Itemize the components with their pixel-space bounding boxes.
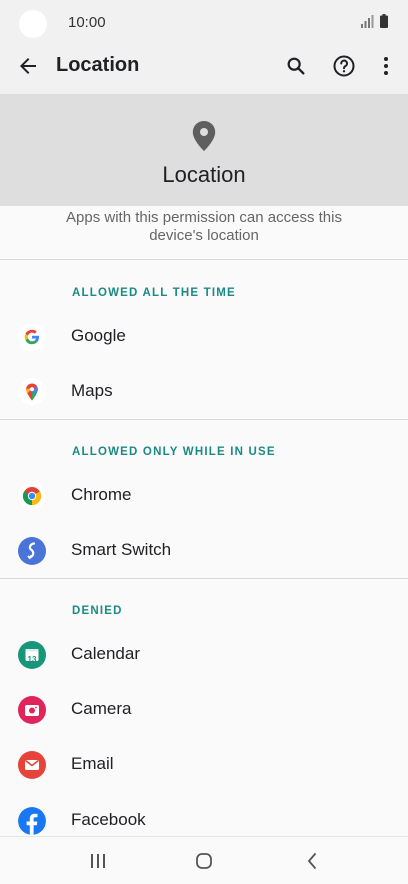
search-button[interactable] <box>282 52 310 80</box>
list-item-calendar[interactable]: 13 Calendar <box>0 628 408 682</box>
facebook-icon <box>18 807 46 835</box>
app-bar: Location <box>0 38 408 94</box>
back-button[interactable] <box>300 849 324 873</box>
permission-header: Location <box>0 94 408 206</box>
section-allowed-while-in-use: ALLOWED ONLY WHILE IN USE <box>72 446 276 458</box>
list-item-camera[interactable]: Camera <box>0 683 408 737</box>
divider <box>0 419 408 420</box>
permission-description: Apps with this permission can access thi… <box>66 209 342 244</box>
battery-icon <box>380 14 388 28</box>
status-bar: 10:00 <box>0 0 408 38</box>
more-vert-icon <box>384 57 388 75</box>
camera-cutout <box>19 10 47 38</box>
page-title: Location <box>56 54 140 76</box>
app-name: Camera <box>71 699 132 718</box>
list-item-chrome[interactable]: Chrome <box>0 469 408 523</box>
signal-icon <box>361 15 374 28</box>
smart-switch-icon <box>18 537 46 565</box>
google-icon <box>18 323 46 351</box>
list-item-email[interactable]: Email <box>0 738 408 792</box>
recents-button[interactable] <box>86 849 110 873</box>
phone-screen: 10:00 Location Location Apps with this p… <box>0 0 408 884</box>
help-button[interactable] <box>330 52 358 80</box>
calendar-badge: 13 <box>27 655 37 664</box>
navigation-bar <box>0 836 408 884</box>
permission-title: Location <box>162 162 246 187</box>
list-item-google[interactable]: Google <box>0 310 408 364</box>
app-name: Facebook <box>71 810 146 829</box>
camera-icon <box>18 696 46 724</box>
maps-icon <box>18 378 46 406</box>
home-button[interactable] <box>192 849 216 873</box>
location-pin-icon <box>192 121 216 151</box>
more-options-button[interactable] <box>372 52 400 80</box>
arrow-left-icon[interactable] <box>16 54 40 78</box>
app-name: Chrome <box>71 485 132 504</box>
section-denied: DENIED <box>72 605 123 617</box>
list-item-maps[interactable]: Maps <box>0 365 408 419</box>
home-icon <box>196 853 212 869</box>
app-name: Calendar <box>71 644 140 663</box>
app-name: Email <box>71 754 114 773</box>
recents-icon <box>91 854 105 868</box>
list-item-smart-switch[interactable]: Smart Switch <box>0 524 408 578</box>
back-chevron-icon <box>307 853 316 869</box>
help-circle-icon <box>333 55 355 77</box>
divider <box>0 259 408 260</box>
app-name: Google <box>71 326 126 345</box>
app-name: Smart Switch <box>71 540 172 559</box>
search-icon <box>287 57 305 75</box>
status-time: 10:00 <box>68 14 106 31</box>
chrome-icon <box>18 482 46 510</box>
app-name: Maps <box>71 381 113 400</box>
section-allowed-all-the-time: ALLOWED ALL THE TIME <box>72 287 236 299</box>
email-icon <box>18 751 46 779</box>
divider <box>0 578 408 579</box>
